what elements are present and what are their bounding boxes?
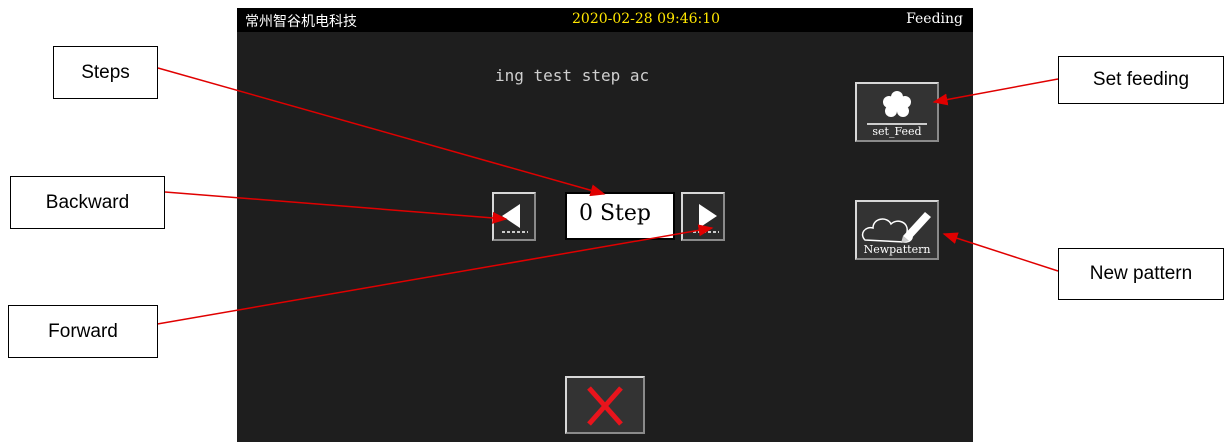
callout-backward: Backward [10, 176, 165, 229]
callout-forward-text: Forward [48, 320, 118, 342]
callout-set-feeding: Set feeding [1058, 56, 1224, 104]
new-pattern-pointer [942, 232, 1059, 272]
forward-pointer [139, 224, 714, 328]
callout-steps: Steps [53, 46, 158, 99]
backward-pointer [164, 191, 508, 224]
callout-steps-text: Steps [81, 61, 130, 83]
callout-backward-text: Backward [45, 191, 130, 213]
callout-set-feeding-text: Set feeding [1092, 69, 1190, 90]
steps-pointer [157, 67, 606, 197]
callout-new-pattern-text: New pattern [1089, 263, 1193, 284]
annotation-lines [139, 67, 1059, 328]
set-feeding-pointer [932, 78, 1059, 106]
callout-new-pattern: New pattern [1058, 248, 1224, 300]
callout-forward: Forward [8, 305, 158, 358]
